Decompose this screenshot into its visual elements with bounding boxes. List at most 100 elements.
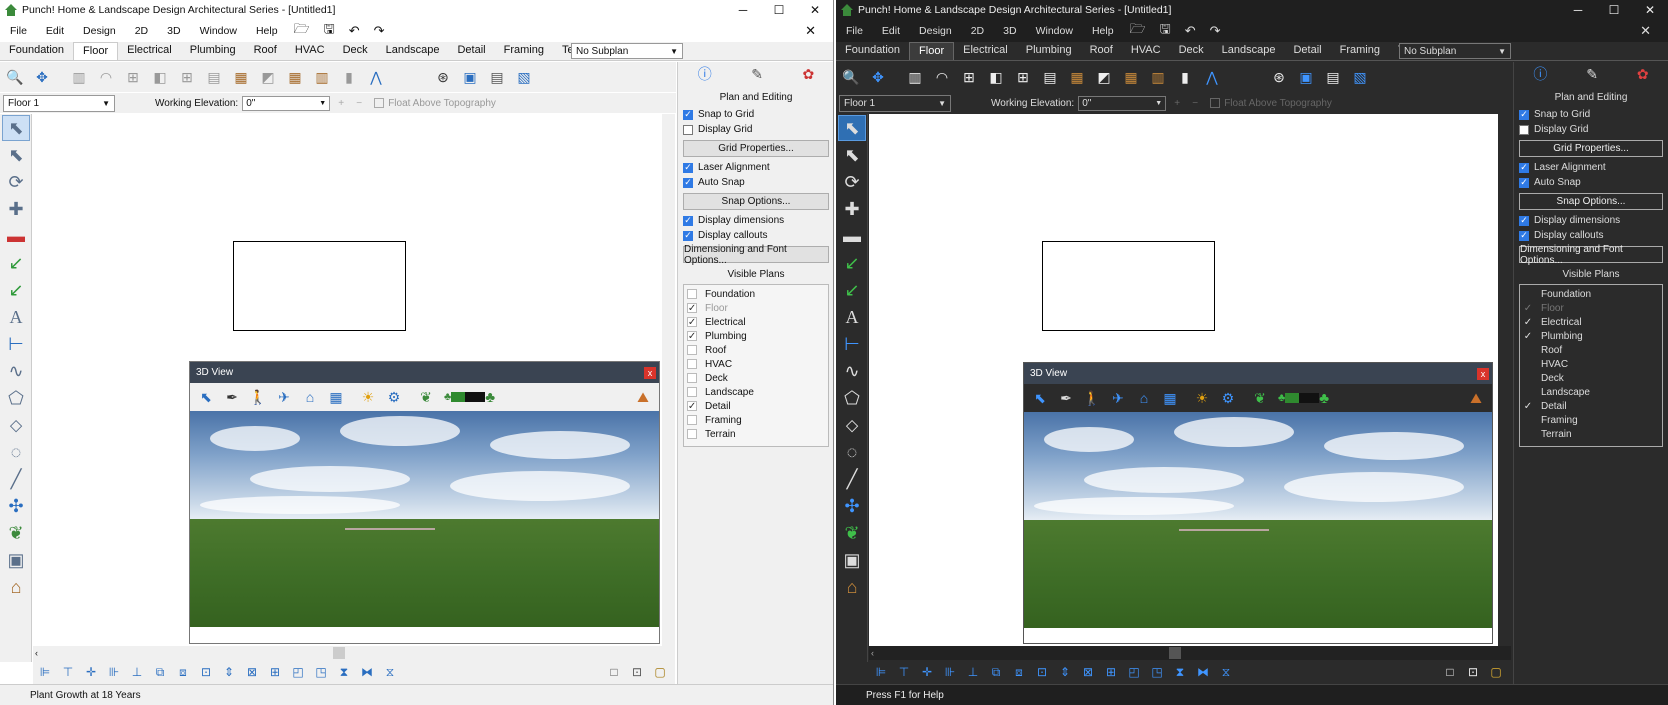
node-icon[interactable]: ✣ [838, 493, 866, 519]
green-arrow-icon[interactable]: ↙ [838, 250, 866, 276]
window-icon[interactable]: ⊞ [176, 66, 198, 88]
checkbox[interactable] [687, 345, 697, 355]
horizontal-scrollbar[interactable]: ‹ [33, 646, 675, 660]
align-left-icon[interactable]: ⊫ [873, 664, 889, 680]
dimensioning-font-options-button[interactable]: Dimensioning and Font Options... [683, 244, 829, 266]
display-callouts-row[interactable]: ✓ Display callouts [1514, 228, 1668, 243]
dimensioning-font-options-button[interactable]: Dimensioning and Font Options... [1519, 244, 1663, 266]
draw-line-icon[interactable]: ╱ [838, 466, 866, 492]
wall-tool-icon[interactable]: ▥ [68, 66, 90, 88]
list-item[interactable]: Terrain [1520, 427, 1662, 441]
plant-growth-slider[interactable]: ♣ ♣ [1278, 390, 1329, 407]
checkbox-checked[interactable]: ✓ [683, 109, 693, 120]
align-left-icon[interactable]: ⊫ [37, 664, 53, 680]
checkbox-checked[interactable]: ✓ [683, 177, 693, 188]
checkbox[interactable] [687, 289, 697, 299]
working-elevation-input[interactable]: 0" ▼ [242, 95, 331, 111]
grass-icon[interactable]: ❦ [1250, 388, 1270, 408]
display-icon[interactable]: ▧ [1349, 66, 1371, 88]
landscape-icon[interactable]: ⛰ [633, 387, 653, 407]
info-icon[interactable]: ⓘ [698, 64, 712, 84]
3d-view-close-button[interactable]: x [644, 366, 656, 379]
open-folder-icon[interactable]: 🗁 [287, 20, 317, 42]
save-icon[interactable]: 🖫 [317, 20, 342, 42]
fit-icon[interactable]: ⊠ [244, 664, 260, 680]
railing-icon[interactable]: ▦ [230, 66, 252, 88]
lock-icon[interactable]: ⊡ [198, 664, 214, 680]
green-arrow2-icon[interactable]: ↙ [838, 277, 866, 303]
camera-icon[interactable]: ⊛ [432, 66, 454, 88]
tag-icon[interactable]: ⬦ [838, 412, 866, 438]
tab-electrical[interactable]: Electrical [118, 42, 181, 60]
checkbox-unchecked[interactable] [1519, 124, 1529, 135]
snap-options-button[interactable]: Snap Options... [1519, 193, 1663, 210]
frame-icon[interactable]: ▢ [1488, 664, 1504, 680]
list-item[interactable]: Deck [1520, 371, 1662, 385]
minimize-button[interactable]: ─ [1560, 3, 1596, 17]
weather-icon[interactable]: ☀ [358, 387, 378, 407]
pen-icon[interactable]: ✎ [1586, 66, 1598, 83]
dimension-icon[interactable]: ⊢ [838, 331, 866, 357]
distribute-h-icon[interactable]: ⊪ [106, 664, 122, 680]
group-icon[interactable]: ⧉ [988, 664, 1004, 680]
tab-floor[interactable]: Floor [909, 42, 955, 60]
info-icon[interactable]: ⓘ [1533, 64, 1547, 84]
line-icon[interactable]: ∿ [2, 358, 30, 384]
grid-box-icon[interactable]: ⊡ [629, 664, 645, 680]
flip-v-icon[interactable]: ⧗ [1172, 664, 1188, 680]
tab-landscape[interactable]: Landscape [377, 42, 449, 60]
box-icon[interactable]: □ [606, 664, 622, 680]
checkbox-checked[interactable]: ✓ [683, 215, 693, 226]
grass-icon[interactable]: ❦ [416, 387, 436, 407]
box-icon[interactable]: □ [1442, 664, 1458, 680]
tab-hvac[interactable]: HVAC [286, 42, 334, 60]
pipe-icon[interactable]: ▣ [838, 547, 866, 573]
checkbox-checked[interactable]: ✓ [1519, 109, 1529, 120]
scroll-thumb[interactable] [1169, 647, 1181, 659]
minus-icon[interactable]: − [352, 96, 366, 110]
center-icon[interactable]: ✛ [919, 664, 935, 680]
checkbox[interactable] [1523, 429, 1533, 439]
open-folder-icon[interactable]: 🗁 [1123, 20, 1153, 42]
list-item[interactable]: Landscape [1520, 385, 1662, 399]
vertical-scrollbar[interactable] [662, 114, 675, 646]
render-settings-icon[interactable]: ⚙ [1218, 388, 1238, 408]
green-arrow2-icon[interactable]: ↙ [2, 277, 30, 303]
menu-help[interactable]: Help [246, 25, 287, 37]
menu-edit[interactable]: Edit [872, 25, 909, 37]
text-icon[interactable]: A [838, 304, 866, 330]
pipe-icon[interactable]: ▣ [2, 547, 30, 573]
wall-tool-icon[interactable]: ▥ [904, 66, 926, 88]
display-dimensions-row[interactable]: ✓ Display dimensions [1514, 213, 1668, 228]
checkbox-checked[interactable]: ✓ [1519, 230, 1529, 241]
checkbox[interactable] [687, 387, 697, 397]
pan-icon[interactable]: ✥ [867, 66, 889, 88]
menu-2d[interactable]: 2D [961, 25, 993, 37]
checkbox-checked[interactable]: ✓ [1519, 177, 1529, 188]
list-item[interactable]: ✓ Electrical [684, 315, 828, 329]
wall-add-icon[interactable]: ⊞ [122, 66, 144, 88]
tab-electrical[interactable]: Electrical [954, 42, 1017, 60]
tab-floor[interactable]: Floor [73, 42, 119, 60]
select-arrow-icon[interactable]: ⬉ [838, 115, 866, 141]
list-item[interactable]: Terrain [684, 427, 828, 441]
list-item[interactable]: Deck [684, 371, 828, 385]
helicopter-icon[interactable]: ✈ [1108, 388, 1128, 408]
tab-detail[interactable]: Detail [448, 42, 494, 60]
paint-icon[interactable]: ✿ [1637, 66, 1649, 83]
checkbox[interactable] [1523, 359, 1533, 369]
curved-wall-icon[interactable]: ◠ [931, 66, 953, 88]
checkbox[interactable] [687, 373, 697, 383]
stairs-icon[interactable]: ▤ [1039, 66, 1061, 88]
checkbox-checked[interactable]: ✓ [683, 230, 693, 241]
menu-design[interactable]: Design [909, 25, 961, 37]
bring-front-icon[interactable]: ◰ [290, 664, 306, 680]
landscape-icon[interactable]: ⛰ [1466, 388, 1486, 408]
menu-window[interactable]: Window [190, 25, 246, 37]
list-item[interactable]: ✓ Electrical [1520, 315, 1662, 329]
zoom-icon[interactable]: 🔍 [840, 66, 862, 88]
floor-select[interactable]: Floor 1 ▼ [839, 94, 951, 112]
door-icon[interactable]: ◧ [149, 66, 171, 88]
resize-icon[interactable]: ⇕ [221, 664, 237, 680]
document-close-button[interactable]: ✕ [1630, 23, 1660, 39]
